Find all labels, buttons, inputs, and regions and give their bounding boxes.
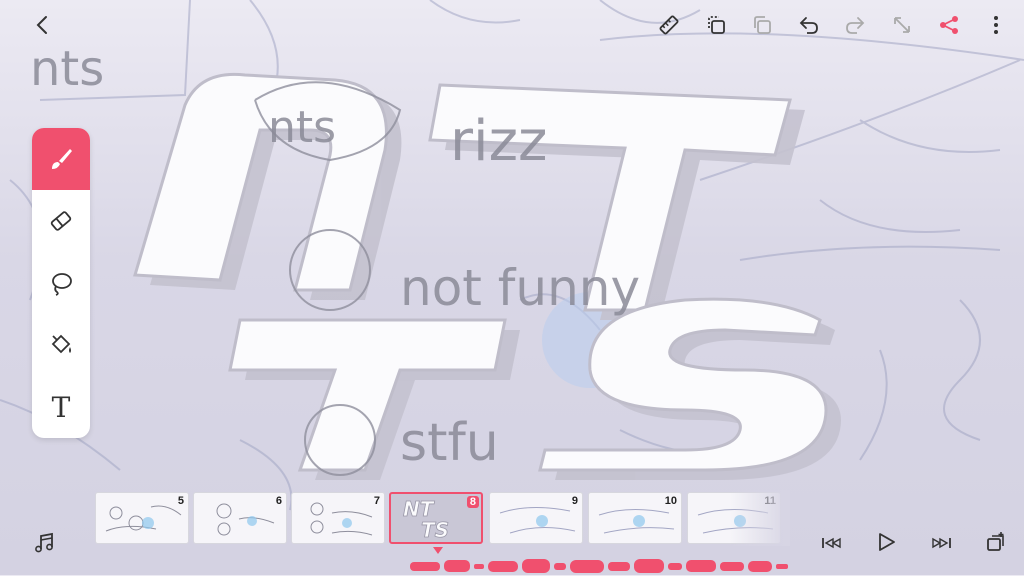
skip-forward-icon (932, 537, 951, 549)
redo-icon (846, 17, 865, 34)
handwriting-rizz: rizz (450, 109, 547, 174)
drawing-canvas[interactable]: nts nts rizz not funny stfu (0, 0, 1024, 575)
lasso-tool[interactable] (32, 252, 90, 314)
frame-preview-sketch (105, 505, 182, 532)
skip-to-start-button[interactable] (816, 527, 848, 559)
play-button[interactable] (870, 526, 902, 558)
eraser-tool[interactable] (32, 190, 90, 252)
frame-preview-sketch (499, 506, 576, 534)
frame-thumbnail[interactable]: 6 (193, 492, 287, 544)
music-button[interactable] (28, 527, 60, 559)
handwriting-nts: nts (268, 102, 336, 153)
back-button[interactable] (26, 8, 60, 42)
play-icon (879, 533, 895, 551)
more-icon (994, 16, 998, 34)
fill-tool[interactable] (32, 314, 90, 376)
add-frame-button[interactable] (980, 526, 1012, 558)
frame-thumbnail[interactable]: 9 (489, 492, 583, 544)
handwriting-not-funny: not funny (400, 259, 640, 317)
undo-icon (799, 17, 818, 34)
share-icon (940, 16, 958, 34)
frame-thumbnail[interactable]: 7 (291, 492, 385, 544)
undo-button[interactable] (792, 8, 826, 42)
frame-number: 7 (373, 495, 380, 507)
lasso-icon (52, 273, 72, 296)
frame-thumbnail-selected[interactable]: NT TS 8 (389, 492, 483, 544)
top-toolbar (0, 0, 1024, 50)
text-tool[interactable]: T (32, 376, 90, 438)
canvas-artwork: nts nts rizz not funny stfu (0, 0, 1024, 511)
frame-number: 8 (466, 496, 479, 508)
frame-number: 5 (177, 495, 184, 507)
frame-number: 10 (664, 495, 677, 507)
brush-icon (52, 149, 72, 169)
music-note-icon (35, 532, 53, 553)
frame-thumbnail[interactable]: 10 (588, 492, 682, 544)
text-icon: T (51, 390, 71, 424)
expand-button[interactable] (885, 8, 919, 42)
duplicate-layer-button[interactable] (699, 8, 733, 42)
brush-tool[interactable] (32, 128, 90, 190)
paint-bucket-icon (51, 334, 71, 354)
ruler-button[interactable] (652, 8, 686, 42)
layer-copy-icon (708, 16, 725, 34)
share-button[interactable] (932, 8, 966, 42)
frame-timeline: 5 6 7 NT TS 8 9 10 11 (95, 490, 785, 546)
eraser-icon (50, 211, 72, 231)
playhead-marker (433, 547, 443, 554)
frame-preview-sketch (310, 502, 373, 536)
back-icon (36, 16, 47, 34)
expand-icon (894, 17, 910, 33)
handwriting-stfu: stfu (400, 413, 499, 473)
layer-icon (754, 16, 771, 34)
more-options-button[interactable] (979, 8, 1013, 42)
frame-thumbnail[interactable]: 5 (95, 492, 189, 544)
skip-back-icon (822, 537, 841, 549)
frame-number: 6 (275, 495, 282, 507)
frames-stack-icon (987, 532, 1004, 551)
tool-palette: T (32, 128, 90, 438)
thumbnail-logo-bottom: TS (421, 518, 449, 542)
frame-number: 11 (764, 495, 776, 507)
frame-thumbnail[interactable]: 11 (687, 492, 781, 544)
audio-waveform[interactable] (410, 556, 790, 576)
redo-button[interactable] (838, 8, 872, 42)
layer-button[interactable] (745, 8, 779, 42)
frame-number: 9 (571, 495, 578, 507)
skip-to-end-button[interactable] (925, 527, 957, 559)
ruler-icon (659, 15, 679, 35)
frame-preview-sketch (216, 503, 275, 536)
